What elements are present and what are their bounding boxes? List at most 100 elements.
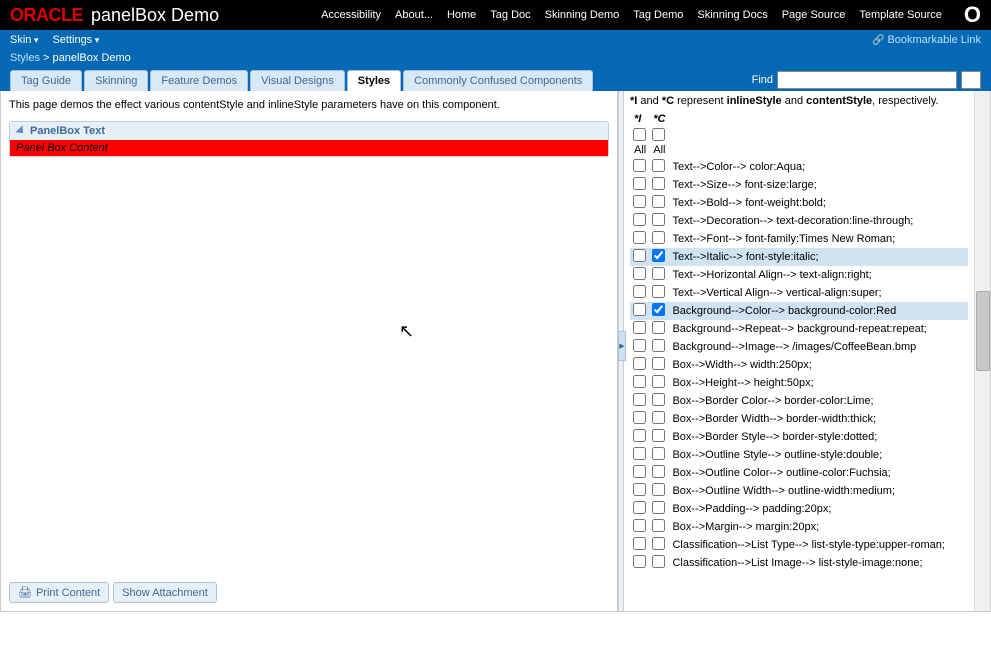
intro-text: This page demos the effect various conte… bbox=[9, 99, 609, 111]
content-checkbox[interactable] bbox=[652, 447, 665, 460]
inline-checkbox[interactable] bbox=[633, 195, 646, 208]
nav-accessibility[interactable]: Accessibility bbox=[321, 9, 381, 21]
panel-box-content: Panel Box Content bbox=[10, 140, 608, 156]
inline-checkbox[interactable] bbox=[633, 321, 646, 334]
style-row: Text-->Vertical Align--> vertical-align:… bbox=[630, 284, 968, 302]
content-checkbox[interactable] bbox=[652, 537, 665, 550]
inline-checkbox[interactable] bbox=[633, 249, 646, 262]
panel-box-header[interactable]: PanelBox Text bbox=[10, 122, 608, 140]
tab-commonly-confused[interactable]: Commonly Confused Components bbox=[403, 70, 593, 91]
content-checkbox[interactable] bbox=[652, 303, 665, 316]
content-checkbox[interactable] bbox=[652, 285, 665, 298]
inline-checkbox[interactable] bbox=[633, 213, 646, 226]
legend-text: *I and *C represent inlineStyle and cont… bbox=[630, 95, 968, 107]
inline-checkbox[interactable] bbox=[633, 447, 646, 460]
tab-row: Tag Guide Skinning Feature Demos Visual … bbox=[0, 70, 991, 91]
content-checkbox[interactable] bbox=[652, 555, 665, 568]
nav-template-source[interactable]: Template Source bbox=[859, 9, 942, 21]
style-row: Text-->Decoration--> text-decoration:lin… bbox=[630, 212, 968, 230]
nav-tag-doc[interactable]: Tag Doc bbox=[490, 9, 530, 21]
nav-skinning-demo[interactable]: Skinning Demo bbox=[545, 9, 620, 21]
print-icon: 🖨 bbox=[18, 586, 32, 599]
nav-skinning-docs[interactable]: Skinning Docs bbox=[697, 9, 767, 21]
content-checkbox[interactable] bbox=[652, 429, 665, 442]
content-checkbox[interactable] bbox=[652, 159, 665, 172]
tab-styles[interactable]: Styles bbox=[347, 70, 401, 91]
all-inline-checkbox[interactable] bbox=[633, 128, 646, 141]
panel-box: PanelBox Text Panel Box Content bbox=[9, 121, 609, 157]
inline-checkbox[interactable] bbox=[633, 519, 646, 532]
skin-dropdown[interactable]: Skin bbox=[10, 34, 38, 46]
inline-checkbox[interactable] bbox=[633, 375, 646, 388]
splitter[interactable]: ▶ bbox=[618, 91, 624, 611]
content-checkbox[interactable] bbox=[652, 195, 665, 208]
content-checkbox[interactable] bbox=[652, 483, 665, 496]
style-row-label: Text-->Horizontal Align--> text-align:ri… bbox=[669, 266, 968, 284]
inline-checkbox[interactable] bbox=[633, 303, 646, 316]
show-attachment-button[interactable]: Show Attachment bbox=[113, 582, 217, 603]
tab-feature-demos[interactable]: Feature Demos bbox=[150, 70, 248, 91]
tab-visual-designs[interactable]: Visual Designs bbox=[250, 70, 345, 91]
inline-checkbox[interactable] bbox=[633, 177, 646, 190]
content-checkbox[interactable] bbox=[652, 213, 665, 226]
inline-checkbox[interactable] bbox=[633, 429, 646, 442]
nav-about[interactable]: About... bbox=[395, 9, 433, 21]
style-row-label: Box-->Border Style--> border-style:dotte… bbox=[669, 428, 968, 446]
content-checkbox[interactable] bbox=[652, 177, 665, 190]
style-row-label: Box-->Padding--> padding:20px; bbox=[669, 500, 968, 518]
splitter-handle-icon[interactable]: ▶ bbox=[618, 331, 626, 361]
style-row: Box-->Margin--> margin:20px; bbox=[630, 518, 968, 536]
right-panel: *I and *C represent inlineStyle and cont… bbox=[624, 91, 974, 611]
content-checkbox[interactable] bbox=[652, 231, 665, 244]
find-input[interactable] bbox=[777, 71, 957, 89]
content-checkbox[interactable] bbox=[652, 375, 665, 388]
inline-checkbox[interactable] bbox=[633, 411, 646, 424]
content-checkbox[interactable] bbox=[652, 357, 665, 370]
disclose-icon bbox=[15, 125, 26, 136]
content-checkbox[interactable] bbox=[652, 339, 665, 352]
style-row: Background-->Image--> /images/CoffeeBean… bbox=[630, 338, 968, 356]
scrollbar-thumb[interactable] bbox=[976, 291, 990, 371]
inline-checkbox[interactable] bbox=[633, 483, 646, 496]
all-content-checkbox[interactable] bbox=[652, 128, 665, 141]
content-checkbox[interactable] bbox=[652, 465, 665, 478]
cursor-icon: ↖ bbox=[399, 321, 414, 342]
style-row-label: Text-->Size--> font-size:large; bbox=[669, 176, 968, 194]
breadcrumb-root[interactable]: Styles bbox=[10, 52, 40, 64]
inline-checkbox[interactable] bbox=[633, 231, 646, 244]
inline-checkbox[interactable] bbox=[633, 339, 646, 352]
bookmarkable-link[interactable]: Bookmarkable Link bbox=[872, 34, 981, 46]
nav-page-source[interactable]: Page Source bbox=[782, 9, 846, 21]
content-checkbox[interactable] bbox=[652, 411, 665, 424]
inline-checkbox[interactable] bbox=[633, 465, 646, 478]
nav-tag-demo[interactable]: Tag Demo bbox=[633, 9, 683, 21]
inline-checkbox[interactable] bbox=[633, 393, 646, 406]
content-checkbox[interactable] bbox=[652, 267, 665, 280]
tab-skinning[interactable]: Skinning bbox=[84, 70, 148, 91]
content-checkbox[interactable] bbox=[652, 393, 665, 406]
style-row: Background-->Color--> background-color:R… bbox=[630, 302, 968, 320]
inline-checkbox[interactable] bbox=[633, 357, 646, 370]
content-checkbox[interactable] bbox=[652, 519, 665, 532]
breadcrumb-current: panelBox Demo bbox=[53, 52, 131, 64]
style-row-label: Classification-->List Image--> list-styl… bbox=[669, 554, 968, 572]
content-checkbox[interactable] bbox=[652, 249, 665, 262]
inline-checkbox[interactable] bbox=[633, 537, 646, 550]
style-row: Text-->Italic--> font-style:italic; bbox=[630, 248, 968, 266]
inline-checkbox[interactable] bbox=[633, 285, 646, 298]
show-label: Show Attachment bbox=[122, 587, 208, 599]
tab-tag-guide[interactable]: Tag Guide bbox=[10, 70, 82, 91]
content-checkbox[interactable] bbox=[652, 321, 665, 334]
outer-scrollbar[interactable] bbox=[974, 91, 990, 611]
print-content-button[interactable]: 🖨Print Content bbox=[9, 582, 109, 603]
inline-checkbox[interactable] bbox=[633, 501, 646, 514]
style-row: Classification-->List Image--> list-styl… bbox=[630, 554, 968, 572]
find-go-button[interactable]: → bbox=[961, 71, 981, 89]
inline-checkbox[interactable] bbox=[633, 555, 646, 568]
inline-checkbox[interactable] bbox=[633, 159, 646, 172]
nav-home[interactable]: Home bbox=[447, 9, 476, 21]
inline-checkbox[interactable] bbox=[633, 267, 646, 280]
style-row: Text-->Font--> font-family:Times New Rom… bbox=[630, 230, 968, 248]
content-checkbox[interactable] bbox=[652, 501, 665, 514]
settings-dropdown[interactable]: Settings bbox=[52, 34, 99, 46]
